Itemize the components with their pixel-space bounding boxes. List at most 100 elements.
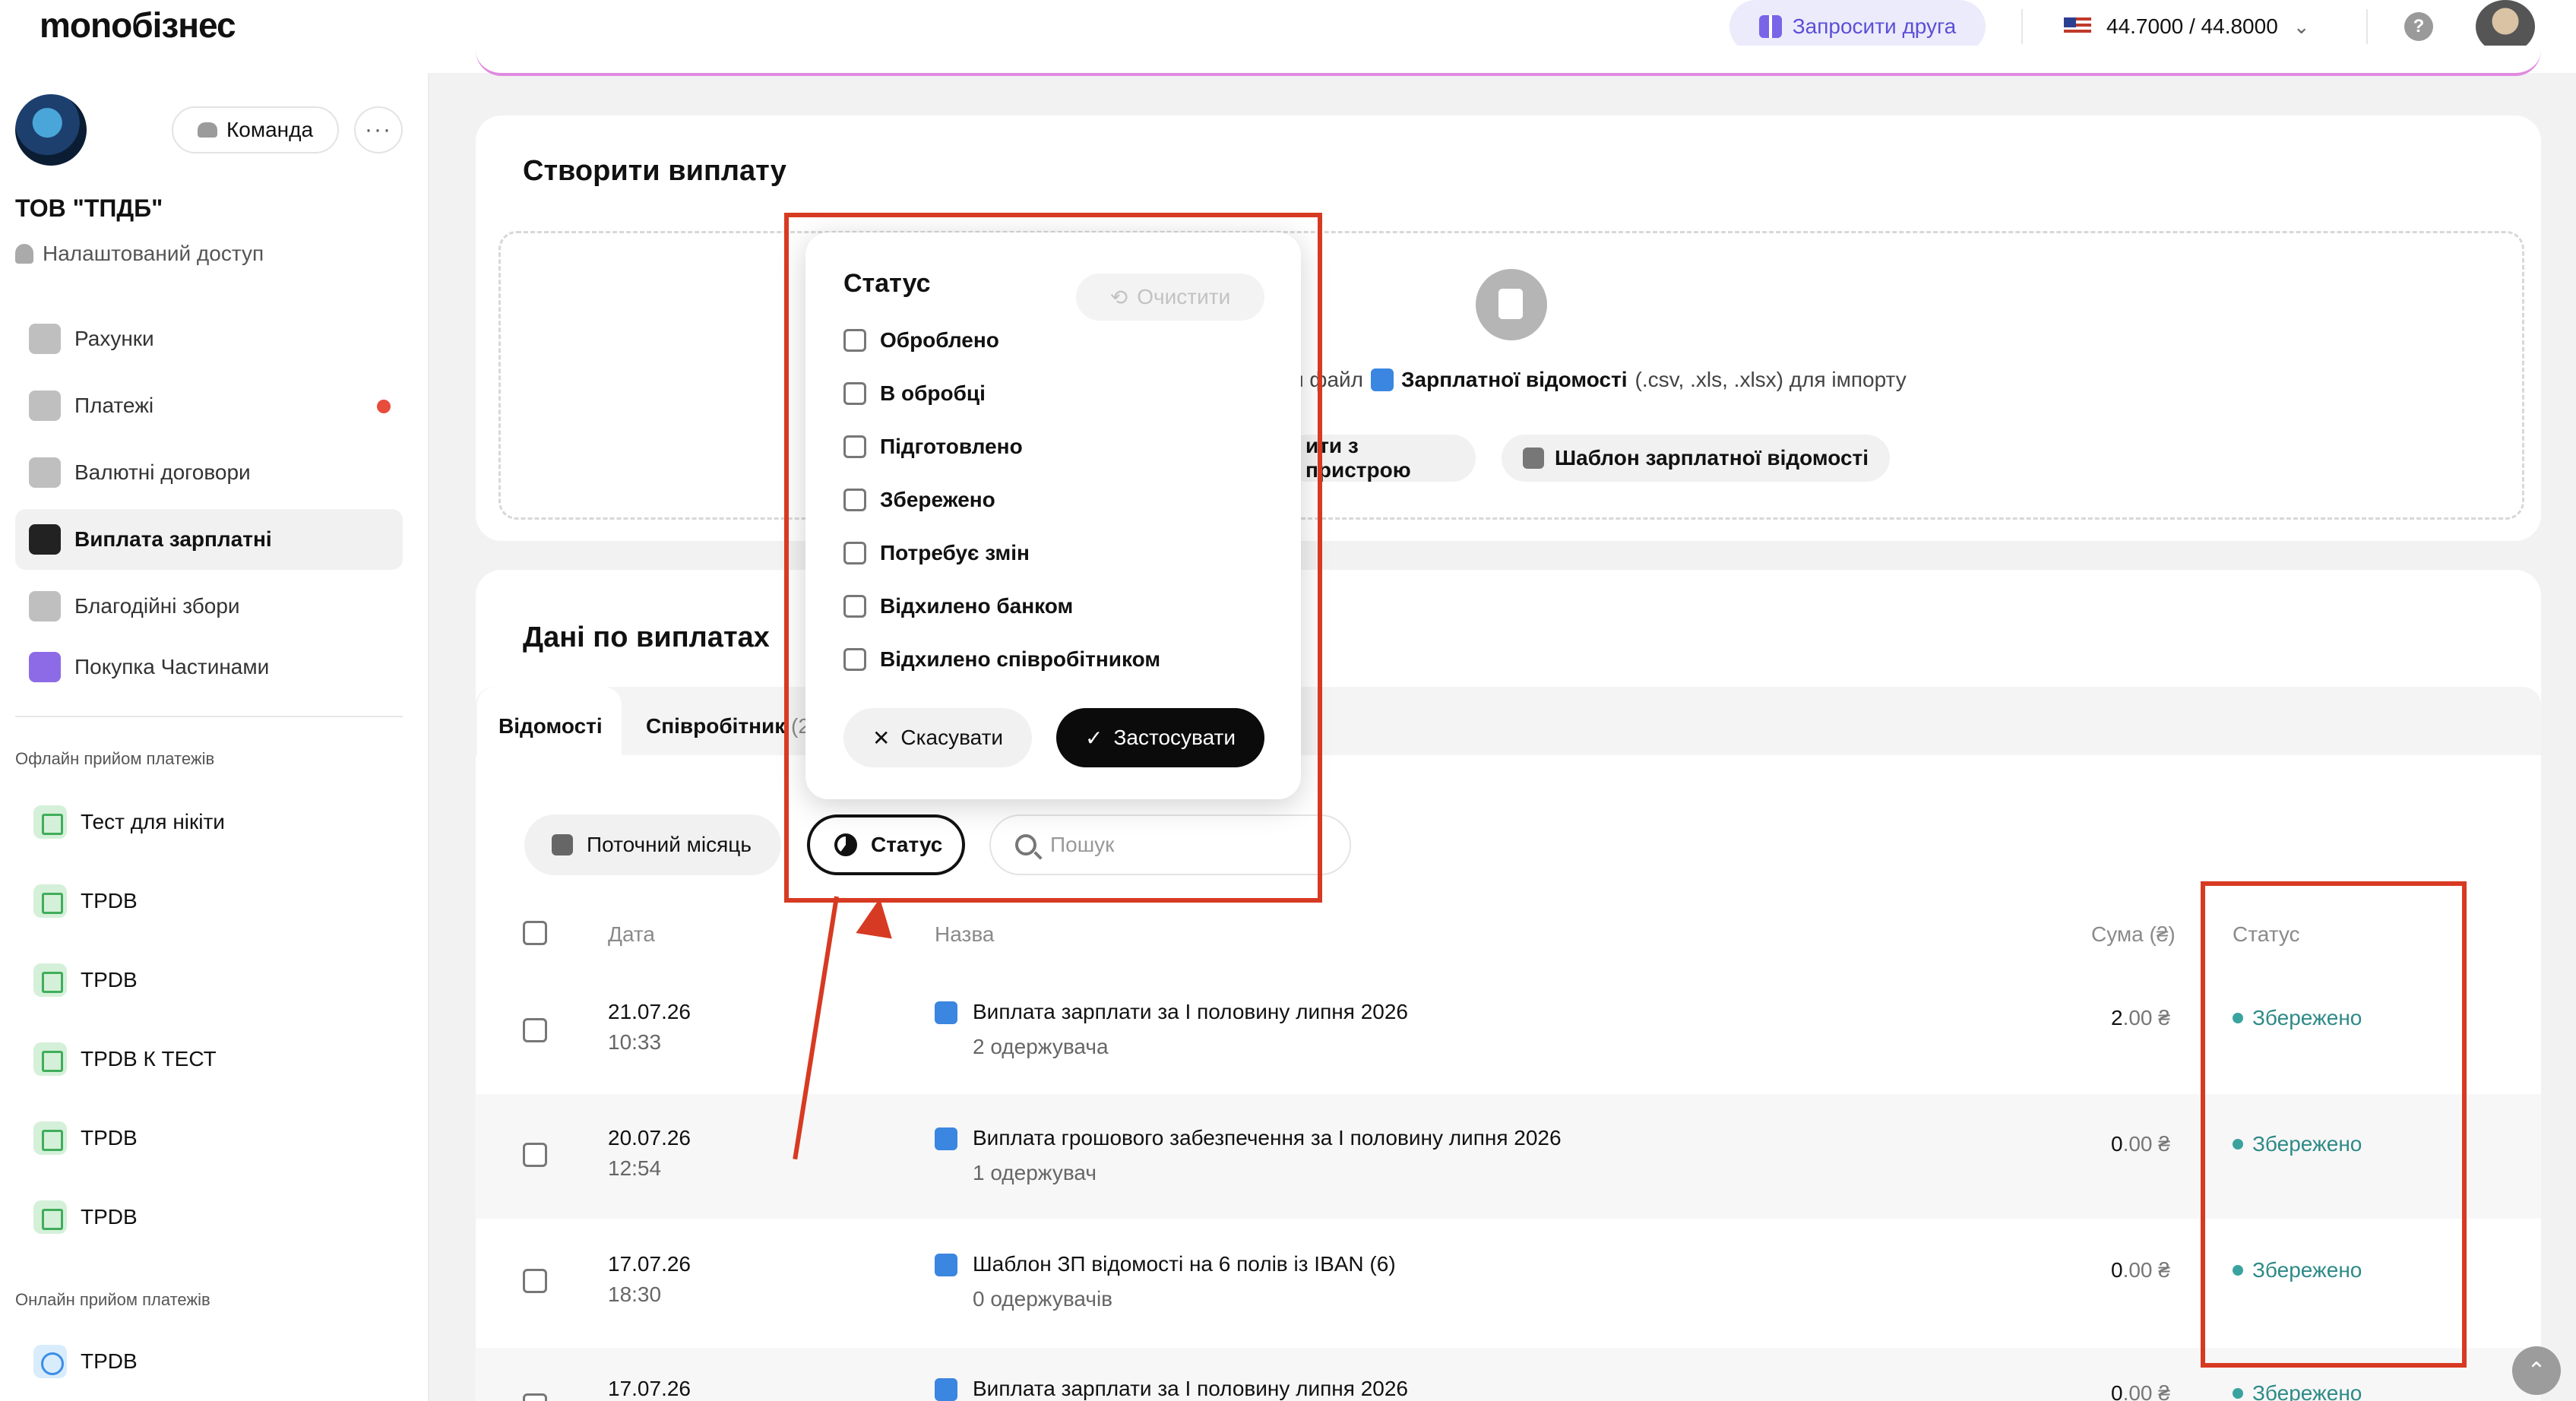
amount-dec: .00 ₴ bbox=[2122, 1381, 2170, 1401]
statement-icon bbox=[935, 1001, 957, 1024]
divider bbox=[2366, 9, 2368, 44]
tab-statements[interactable]: Відомості bbox=[498, 714, 603, 738]
row-checkbox[interactable] bbox=[523, 1018, 547, 1042]
sidebar-item-salary[interactable]: Виплата зарплатні bbox=[15, 509, 403, 570]
offline-item-label: TPDB bbox=[81, 968, 138, 991]
row-checkbox[interactable] bbox=[523, 1393, 547, 1401]
dropzone-hint-suffix: (.csv, .xls, .xlsx) для імпорту bbox=[1635, 368, 1907, 391]
scroll-to-top-button[interactable]: ⌃ bbox=[2512, 1346, 2561, 1395]
sidebar: Команда ··· ТОВ "ТПДБ" Налаштований дост… bbox=[0, 73, 429, 1401]
row-recipients: 1 одержувач bbox=[973, 1161, 1097, 1184]
globe-icon bbox=[33, 1345, 67, 1378]
access-settings[interactable]: Налаштований доступ bbox=[15, 242, 264, 266]
gift-icon bbox=[1758, 15, 1782, 38]
row-checkbox[interactable] bbox=[523, 1143, 547, 1167]
current-month-label: Поточний місяць bbox=[587, 833, 752, 856]
select-all-checkbox[interactable] bbox=[523, 921, 547, 945]
sidebar-item-label: Виплата зарплатні bbox=[74, 527, 272, 551]
company-name: ТОВ "ТПДБ" bbox=[15, 194, 163, 222]
sidebar-item-payments[interactable]: Платежі bbox=[15, 375, 403, 436]
offline-item[interactable]: TPDB bbox=[33, 957, 138, 1003]
salary-template-label: Шаблон зарплатної відомості bbox=[1555, 446, 1869, 470]
offline-item[interactable]: TPDB bbox=[33, 1194, 138, 1240]
team-label: Команда bbox=[226, 118, 314, 141]
row-name[interactable]: Виплата зарплати за І половину липня 202… bbox=[973, 1000, 1408, 1024]
annotation-arrow-head bbox=[856, 895, 898, 939]
amount-dec: .00 ₴ bbox=[2122, 1132, 2170, 1156]
row-name[interactable]: Виплата грошового забезпечення за І поло… bbox=[973, 1126, 1562, 1150]
row-amount: 0.00 ₴ bbox=[2111, 1381, 2170, 1401]
sidebar-item-label: Благодійні збори bbox=[74, 594, 240, 618]
amount-dec: .00 ₴ bbox=[2122, 1006, 2170, 1029]
statement-icon bbox=[935, 1254, 957, 1276]
amount-int: 0 bbox=[2111, 1258, 2123, 1282]
row-date: 17.07.26 bbox=[608, 1252, 691, 1276]
current-month-filter[interactable]: Поточний місяць bbox=[524, 814, 781, 875]
amount-int: 2 bbox=[2111, 1006, 2123, 1029]
row-time: 18:30 bbox=[608, 1282, 662, 1306]
row-name[interactable]: Шаблон ЗП відомості на 6 полів із IBAN (… bbox=[973, 1252, 1396, 1276]
offline-item-label: TPDB bbox=[81, 1205, 138, 1229]
row-name[interactable]: Виплата зарплати за І половину липня 202… bbox=[973, 1377, 1408, 1401]
statement-icon bbox=[935, 1127, 957, 1150]
create-payout-title: Створити виплату bbox=[523, 155, 786, 187]
row-recipients: 2 одержувача bbox=[973, 1035, 1109, 1058]
piggy-bank-icon bbox=[29, 324, 61, 354]
offline-item[interactable]: TPDB К ТЕСТ bbox=[33, 1036, 217, 1082]
paw-icon bbox=[29, 652, 61, 682]
online-item-label: TPDB bbox=[81, 1349, 138, 1373]
sidebar-item-label: Рахунки bbox=[74, 327, 154, 350]
company-avatar[interactable] bbox=[15, 94, 87, 166]
row-date: 21.07.26 bbox=[608, 1000, 691, 1023]
us-flag-icon bbox=[2064, 17, 2091, 36]
download-icon bbox=[1523, 447, 1544, 469]
salary-template-button[interactable]: Шаблон зарплатної відомості bbox=[1502, 435, 1891, 482]
team-button[interactable]: Команда bbox=[172, 106, 339, 153]
calculator-icon bbox=[33, 963, 67, 997]
salary-icon bbox=[29, 524, 61, 555]
payout-data-title: Дані по виплатах bbox=[523, 621, 770, 653]
amount-int: 0 bbox=[2111, 1132, 2123, 1156]
help-icon[interactable]: ? bbox=[2404, 12, 2433, 41]
offline-item-label: TPDB bbox=[81, 1126, 138, 1150]
offline-item[interactable]: TPDB bbox=[33, 1115, 138, 1161]
sidebar-item-currency-contracts[interactable]: Валютні договори bbox=[15, 442, 403, 503]
column-header-sum[interactable]: Сума (₴) bbox=[2091, 922, 2176, 947]
chevron-down-icon: ⌄ bbox=[2293, 14, 2310, 38]
sidebar-item-label: Покупка Частинами bbox=[74, 655, 270, 678]
payments-icon bbox=[29, 391, 61, 421]
row-checkbox[interactable] bbox=[523, 1269, 547, 1293]
offline-item[interactable]: Тест для нікіти bbox=[33, 799, 225, 845]
column-header-name[interactable]: Назва bbox=[935, 922, 994, 947]
sidebar-item-label: Платежі bbox=[74, 394, 154, 417]
currency-rates[interactable]: 44.7000 / 44.8000 ⌄ bbox=[2064, 9, 2310, 44]
divider bbox=[15, 716, 403, 717]
online-item[interactable]: TPDB bbox=[33, 1339, 138, 1384]
amount-dec: .00 ₴ bbox=[2122, 1258, 2170, 1282]
sidebar-item-label: Валютні договори bbox=[74, 460, 251, 484]
app-logo[interactable]: monoбізнес bbox=[40, 5, 236, 46]
document-icon bbox=[1371, 368, 1394, 391]
amount-int: 0 bbox=[2111, 1381, 2123, 1401]
status-text: Збережено bbox=[2252, 1381, 2362, 1401]
access-label: Налаштований доступ bbox=[43, 242, 264, 265]
sidebar-item-charity[interactable]: Благодійні збори bbox=[15, 576, 403, 637]
sidebar-item-installments[interactable]: Покупка Частинами bbox=[15, 637, 403, 697]
currency-contract-icon bbox=[29, 457, 61, 488]
annotation-box-status-column bbox=[2201, 881, 2467, 1368]
statement-icon bbox=[935, 1378, 957, 1401]
offline-item-label: Тест для нікіти bbox=[81, 810, 225, 833]
row-recipients: 0 одержувачів bbox=[973, 1287, 1113, 1311]
alert-dot bbox=[377, 400, 391, 413]
sidebar-item-accounts[interactable]: Рахунки bbox=[15, 308, 403, 369]
upload-from-device-label: ити з пристрою bbox=[1305, 434, 1411, 482]
column-header-date[interactable]: Дата bbox=[608, 922, 655, 947]
qr-icon bbox=[33, 1042, 67, 1076]
qr-icon bbox=[33, 1121, 67, 1155]
user-access-icon bbox=[15, 244, 33, 264]
banner-card-edge bbox=[476, 46, 2541, 76]
more-options-button[interactable]: ··· bbox=[354, 106, 403, 153]
offline-item[interactable]: TPDB bbox=[33, 878, 138, 924]
online-section-label: Онлайн прийом платежів bbox=[15, 1290, 210, 1309]
dropzone-hint-doc: Зарплатної відомості bbox=[1401, 368, 1628, 391]
